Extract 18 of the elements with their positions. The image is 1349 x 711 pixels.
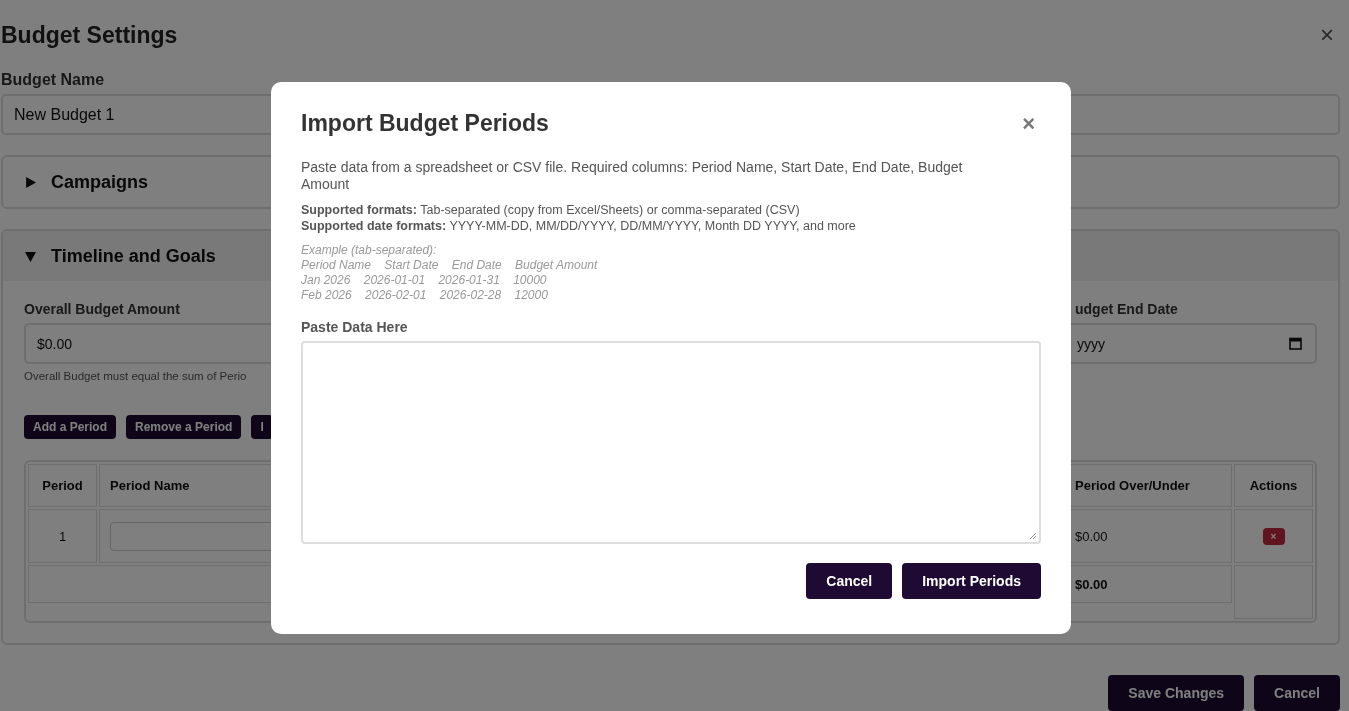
section-title: Campaigns [51,171,149,193]
example-line: Jan 2026 2026-01-01 2026-01-31 10000 [301,273,547,288]
page-title: Budget Settings [1,21,178,49]
section-title: Timeline and Goals [51,245,216,267]
column-header: Period [28,464,97,507]
field-label: Budget Name [1,70,106,90]
dialog-title: Import Budget Periods [301,110,549,137]
format-note: Supported date formats: YYYY-MM-DD, MM/DD/YYYY, DD/MM/YYYY, Month DD YYYY, and more [301,218,857,234]
format-note: Supported formats: Tab-separated (copy from Excel/Sheets) or comma-separated (CSV) [301,202,801,218]
example-line: Feb 2026 2026-02-01 2026-02-28 12000 [301,288,548,303]
example-line: Example (tab-separated): [301,243,437,258]
column-header: Actions [1234,464,1313,507]
field-label: Overall Budget Amount [24,301,180,317]
example-line: Period Name Start Date End Date Budget Amount [301,258,598,273]
field-label: udget End Date [1075,301,1178,317]
table-cell: 1 [28,509,97,563]
dialog-description: Paste data from a spreadsheet or CSV file. Required columns: Period Name, Start Date, End Date, Budget Amount [301,159,964,193]
hint-text: Overall Budget must equal the sum of Perio [24,370,248,382]
